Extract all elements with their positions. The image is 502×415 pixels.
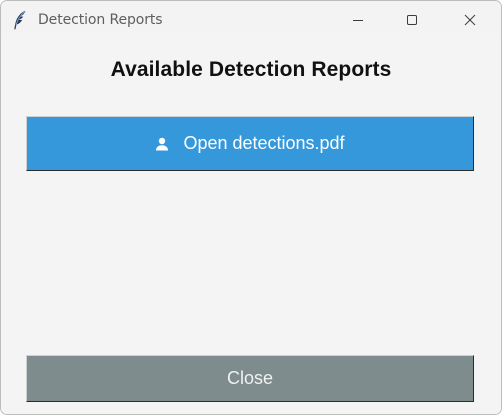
minimize-button[interactable]	[335, 1, 381, 39]
dialog-content: Available Detection Reports Open detecti…	[1, 39, 501, 414]
close-icon	[464, 14, 476, 26]
page-title: Available Detection Reports	[110, 58, 392, 81]
window-title: Detection Reports	[38, 12, 163, 28]
open-report-label: Open detections.pdf	[183, 133, 345, 153]
maximize-button[interactable]	[389, 1, 435, 39]
app-window: Detection Reports Available Detection Re…	[0, 0, 502, 415]
title-bar[interactable]: Detection Reports	[1, 1, 501, 39]
user-icon	[156, 137, 169, 150]
maximize-icon	[407, 15, 417, 25]
feather-icon	[14, 10, 26, 30]
close-button-label: Close	[226, 368, 274, 388]
open-report-button[interactable]: Open detections.pdf	[26, 116, 474, 171]
minimize-icon	[353, 20, 363, 21]
close-button[interactable]: Close	[26, 355, 474, 402]
window-close-button[interactable]	[447, 1, 493, 39]
